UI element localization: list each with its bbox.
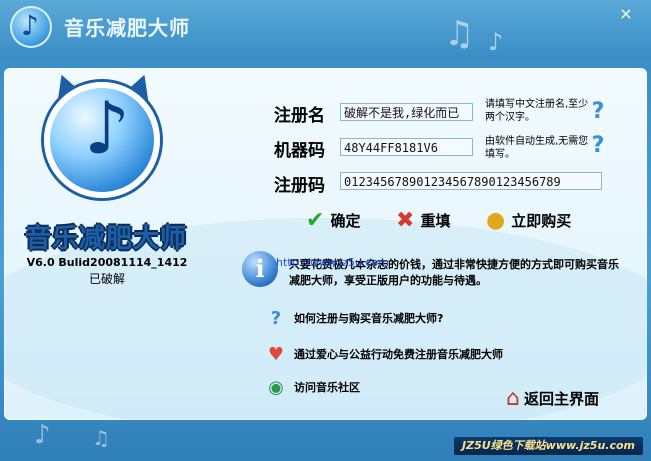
ok-button[interactable]: ✔ 确定 <box>306 207 360 233</box>
globe-icon: ◉ <box>268 376 284 398</box>
app-window: ♪ 音乐减肥大师 × ♫ ♪ ♪ 音乐减肥大师 V6.0 Bulid200811… <box>0 0 651 461</box>
machine-code-field[interactable]: 48Y44FF8181V6 <box>340 138 473 156</box>
title-bar[interactable]: ♪ 音乐减肥大师 × ♫ ♪ <box>0 0 651 66</box>
music-note-deco-icon: ♪ <box>34 420 51 450</box>
reg-name-label: 注册名 <box>274 106 325 126</box>
charity-register-link[interactable]: ♥ 通过爱心与公益行动免费注册音乐减肥大师 <box>264 341 503 367</box>
buy-now-button[interactable]: ● 立即购买 <box>486 207 571 233</box>
machine-code-hint: 由软件自动生成,无需您填写。 <box>485 136 589 160</box>
reset-button[interactable]: ✖ 重填 <box>396 207 450 233</box>
reg-name-input[interactable]: 破解不是我,绿化而已 <box>340 103 473 121</box>
reset-button-label: 重填 <box>420 211 451 230</box>
machine-code-help-icon[interactable]: ? <box>588 134 608 158</box>
music-community-label: 访问音乐社区 <box>294 381 360 394</box>
coin-icon: ● <box>486 207 506 233</box>
question-mark-icon: ? <box>270 307 282 329</box>
crack-status-text: 已破解 <box>88 272 125 286</box>
back-to-main-label: 返回主界面 <box>523 390 599 408</box>
reg-code-input[interactable]: 01234567890123456789012345678​9 <box>340 172 602 190</box>
check-icon: ✔ <box>306 207 325 233</box>
info-icon: i <box>242 251 278 287</box>
app-logo-icon: ♪ <box>10 6 52 48</box>
cross-icon: ✖ <box>396 207 415 233</box>
version-text: V6.0 Bulid20081114_1412 <box>26 256 188 269</box>
charity-register-label: 通过爱心与公益行动免费注册音乐减肥大师 <box>294 348 503 361</box>
buy-now-button-label: 立即购买 <box>511 211 572 230</box>
music-note-deco-icon: ♪ <box>488 28 504 56</box>
heart-icon: ♥ <box>267 343 285 365</box>
machine-code-label: 机器码 <box>274 141 325 161</box>
how-to-register-link[interactable]: ? 如何注册与购买音乐减肥大师? <box>264 305 444 331</box>
reg-name-hint: 请填写中文注册名,至少两个汉字。 <box>485 99 589 123</box>
url-overlay-text: http://www.jz5u.com <box>276 256 389 269</box>
window-title: 音乐减肥大师 <box>64 16 190 40</box>
watermark-badge: JZ5U绿色下载站www.jz5u.com <box>454 437 643 455</box>
music-note-deco-icon: ♫ <box>92 426 110 450</box>
how-to-register-label: 如何注册与购买音乐减肥大师? <box>294 312 444 325</box>
music-note-deco-icon: ♫ <box>444 14 475 54</box>
house-icon: ⌂ <box>506 386 520 411</box>
music-note-icon: ♪ <box>84 86 130 170</box>
app-name-logotype: 音乐减肥大师 <box>24 224 187 254</box>
back-to-main-button[interactable]: ⌂ 返回主界面 <box>506 386 599 411</box>
reg-name-help-icon[interactable]: ? <box>588 100 608 124</box>
music-community-link[interactable]: ◉ 访问音乐社区 <box>264 374 360 400</box>
reg-code-label: 注册码 <box>274 176 325 196</box>
ok-button-label: 确定 <box>330 211 361 230</box>
close-button[interactable]: × <box>615 5 637 23</box>
